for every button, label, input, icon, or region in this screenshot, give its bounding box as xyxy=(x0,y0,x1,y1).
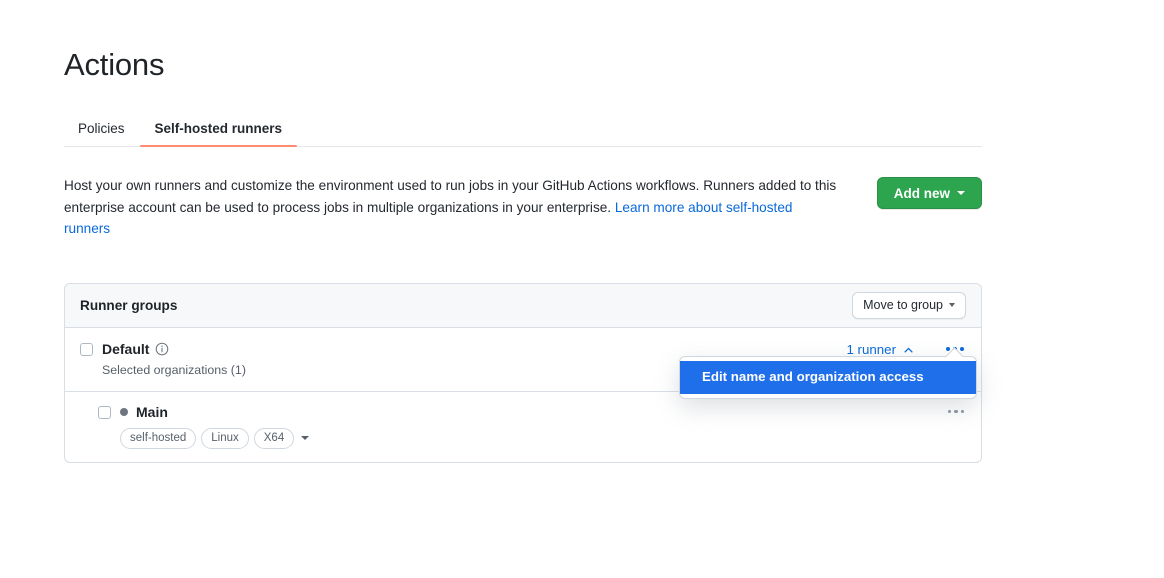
runner-label-x64: X64 xyxy=(254,428,294,449)
runner-name[interactable]: Main xyxy=(136,403,168,421)
group-select-checkbox[interactable] xyxy=(80,343,93,356)
group-name: Default xyxy=(102,340,149,358)
add-new-button[interactable]: Add new xyxy=(877,177,982,209)
chevron-down-icon[interactable] xyxy=(301,436,309,440)
group-name-line: Default xyxy=(102,340,246,358)
runner-actions-kebab-icon[interactable] xyxy=(946,406,967,418)
info-icon[interactable] xyxy=(155,342,169,356)
tab-self-hosted-runners[interactable]: Self-hosted runners xyxy=(140,121,298,146)
runner-count-toggle[interactable]: 1 runner xyxy=(846,342,914,357)
runner-groups-header: Runner groups Move to group xyxy=(65,284,981,328)
runner-select-checkbox[interactable] xyxy=(98,406,111,419)
runner-status-dot-icon xyxy=(120,408,128,416)
page-content: Actions Policies Self-hosted runners Hos… xyxy=(64,0,982,463)
tab-bar: Policies Self-hosted runners xyxy=(64,115,982,147)
runner-label-self-hosted: self-hosted xyxy=(120,428,196,449)
runner-groups-title: Runner groups xyxy=(80,298,177,313)
runner-count-label: 1 runner xyxy=(846,342,896,357)
actions-settings-page: Actions Policies Self-hosted runners Hos… xyxy=(0,0,1164,578)
runner-groups-card: Runner groups Move to group Default xyxy=(64,283,982,463)
page-title: Actions xyxy=(64,0,982,82)
runner-group-row-left: Default Selected organizations (1) xyxy=(80,340,246,379)
runner-label-linux: Linux xyxy=(201,428,249,449)
runner-row-left: Main self-hosted Linux X64 xyxy=(98,403,309,449)
move-to-group-label: Move to group xyxy=(863,298,943,312)
chevron-down-icon xyxy=(949,303,955,307)
runner-info-block: Main self-hosted Linux X64 xyxy=(120,403,309,449)
chevron-down-icon xyxy=(957,191,965,195)
menu-item-edit-name-and-organization-access[interactable]: Edit name and organization access xyxy=(680,361,976,394)
runner-name-line: Main xyxy=(120,403,309,421)
runner-group-row-default: Default Selected organizations (1) xyxy=(65,328,981,392)
runner-labels: self-hosted Linux X64 xyxy=(120,428,309,449)
group-info-block: Default Selected organizations (1) xyxy=(102,340,246,379)
intro-row: Host your own runners and customize the … xyxy=(64,175,982,240)
chevron-up-icon xyxy=(903,344,914,355)
group-subtitle: Selected organizations (1) xyxy=(102,362,246,379)
move-to-group-button[interactable]: Move to group xyxy=(852,292,966,319)
runner-row-main: Main self-hosted Linux X64 xyxy=(65,392,981,462)
add-new-button-label: Add new xyxy=(894,186,950,201)
group-actions-menu: Edit name and organization access xyxy=(679,356,977,399)
intro-description: Host your own runners and customize the … xyxy=(64,175,842,240)
tab-policies[interactable]: Policies xyxy=(64,121,140,146)
